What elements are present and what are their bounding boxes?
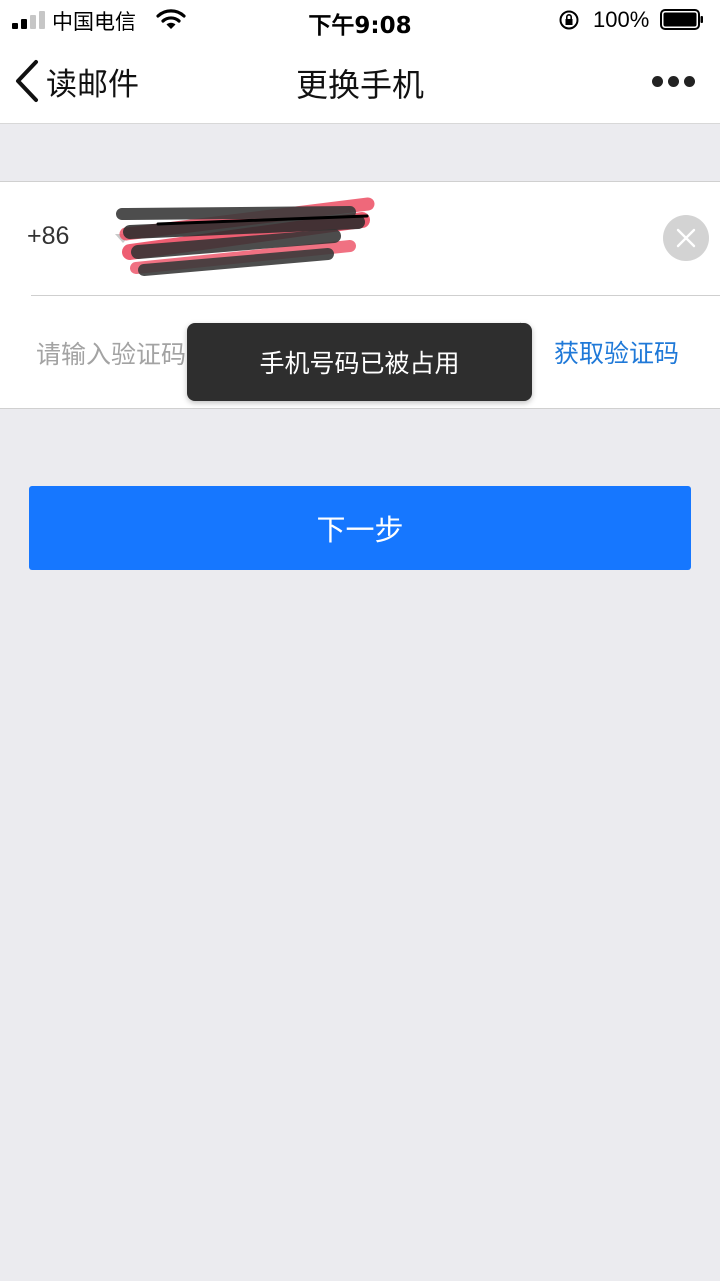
- back-label: 读邮件: [46, 66, 139, 103]
- next-step-button[interactable]: 下一步: [29, 486, 691, 570]
- caret-down-icon: [115, 234, 131, 243]
- battery-percentage: 100%: [593, 7, 650, 32]
- battery-icon: [660, 9, 703, 30]
- orientation-lock-icon: [559, 10, 579, 30]
- phone-number-row: +86: [0, 182, 720, 295]
- chevron-left-icon: [16, 60, 38, 102]
- clear-input-button[interactable]: [663, 215, 709, 261]
- status-bar: 中国电信 下午9:08 100%: [0, 0, 720, 40]
- back-button[interactable]: 读邮件: [12, 56, 139, 106]
- navigation-bar: 读邮件 更换手机: [0, 40, 720, 124]
- close-icon: [676, 228, 696, 248]
- phone-number-input[interactable]: [150, 218, 654, 260]
- more-options-button[interactable]: [648, 68, 698, 98]
- toast-message: 手机号码已被占用: [187, 323, 532, 401]
- country-code-selector[interactable]: +86: [27, 222, 69, 251]
- get-verification-code-button[interactable]: 获取验证码: [554, 334, 679, 370]
